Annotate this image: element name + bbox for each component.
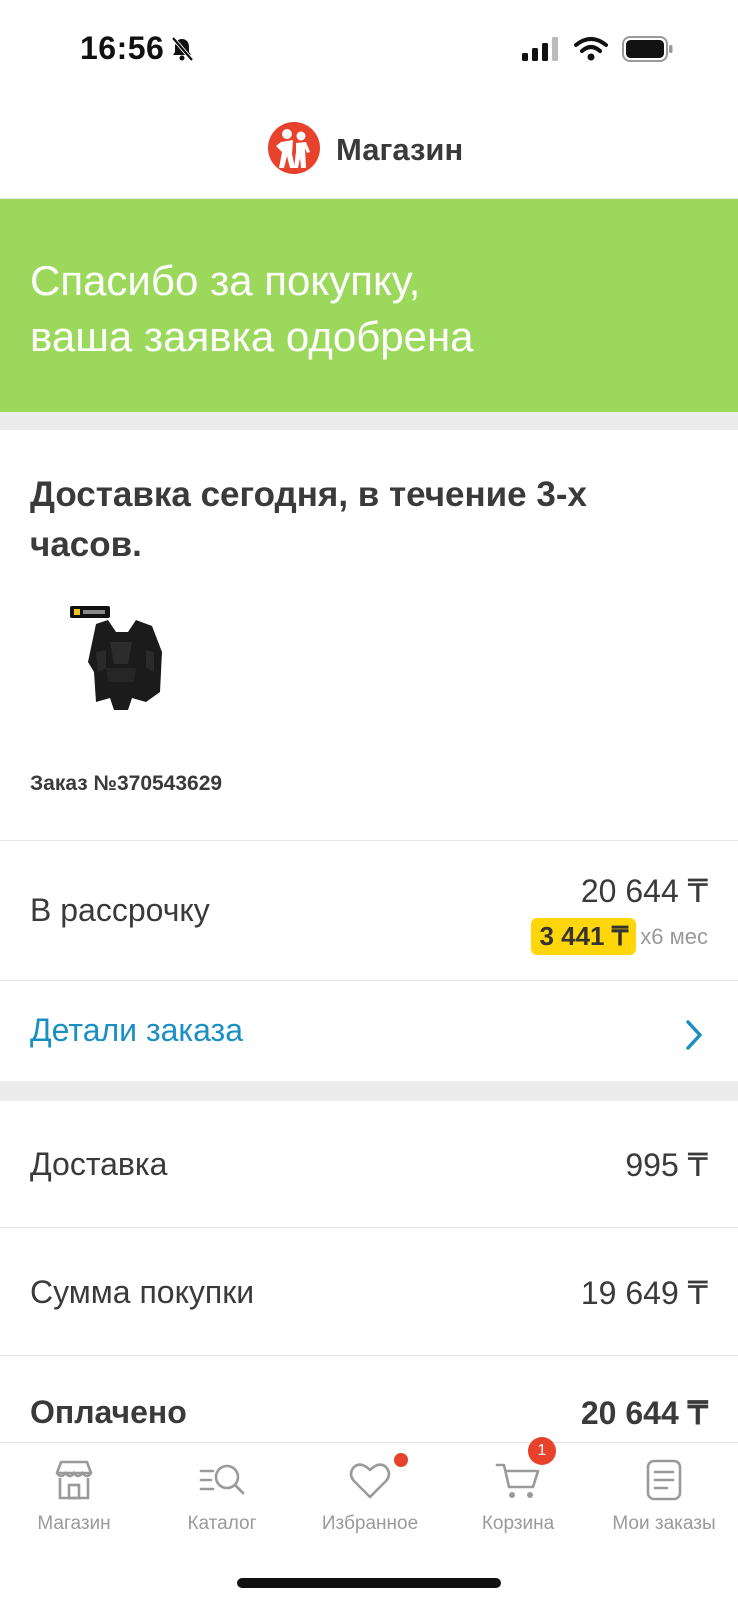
purchase-sum-label: Сумма покупки — [30, 1274, 255, 1310]
paid-value: 20 644 ₸ — [580, 1395, 708, 1431]
tab-favorites[interactable]: Избранное — [296, 1443, 444, 1543]
cart-count-badge: 1 — [528, 1437, 556, 1465]
divider — [0, 1355, 738, 1356]
favorites-indicator-dot — [394, 1453, 408, 1467]
approval-message: Спасибо за покупку, ваша заявка одобрена — [30, 257, 474, 360]
tab-favorites-label: Избранное — [321, 1513, 419, 1534]
divider — [0, 980, 738, 981]
battery-icon — [622, 36, 674, 67]
delivery-cost-label: Доставка — [30, 1146, 168, 1182]
home-indicator[interactable] — [237, 1578, 501, 1588]
heart-icon — [347, 1457, 393, 1503]
monthly-payment-badge: 3 441 ₸ — [531, 918, 637, 955]
approval-banner: Спасибо за покупку, ваша заявка одобрена — [0, 199, 738, 412]
store-icon — [51, 1457, 97, 1503]
tab-catalog-label: Каталог — [187, 1513, 257, 1534]
tab-cart-label: Корзина — [481, 1513, 555, 1534]
installment-monthly: 3 441 ₸ x6 мес — [531, 918, 708, 955]
status-time: 16:56 — [80, 30, 165, 66]
tab-my-orders[interactable]: Мои заказы — [590, 1443, 738, 1543]
silent-bell-icon — [170, 36, 194, 67]
tab-cart[interactable]: 1 Корзина — [444, 1437, 592, 1543]
store-logo-icon — [268, 122, 320, 174]
tab-store-label: Магазин — [37, 1513, 111, 1534]
paid-label: Оплачено — [30, 1394, 187, 1430]
cellular-signal-icon — [522, 37, 560, 66]
catalog-search-icon — [199, 1457, 245, 1503]
orders-icon — [641, 1457, 687, 1503]
delivery-title: Доставка сегодня, в течение 3-х часов. — [30, 475, 587, 564]
status-bar: 16:56 — [0, 0, 738, 100]
order-number: Заказ №370543629 — [30, 772, 223, 795]
product-image[interactable] — [66, 602, 176, 722]
delivery-cost-value: 995 ₸ — [625, 1147, 708, 1183]
installment-label: В рассрочку — [30, 892, 210, 928]
purchase-sum-value: 19 649 ₸ — [580, 1275, 708, 1311]
divider — [0, 1227, 738, 1228]
tab-my-orders-label: Мои заказы — [612, 1513, 716, 1534]
section-separator — [0, 412, 738, 430]
wifi-icon — [574, 37, 608, 66]
installment-total: 20 644 ₸ — [580, 873, 708, 909]
tab-catalog[interactable]: Каталог — [148, 1443, 296, 1543]
order-details-link[interactable]: Детали заказа — [30, 1012, 243, 1049]
cart-icon — [495, 1457, 541, 1503]
divider — [0, 840, 738, 841]
section-separator — [0, 1081, 738, 1101]
app-header: Магазин — [0, 100, 738, 199]
chevron-right-icon[interactable] — [684, 1018, 704, 1057]
tab-store[interactable]: Магазин — [0, 1443, 148, 1543]
store-title: Магазин — [336, 132, 464, 167]
installment-term: x6 мес — [640, 923, 708, 949]
